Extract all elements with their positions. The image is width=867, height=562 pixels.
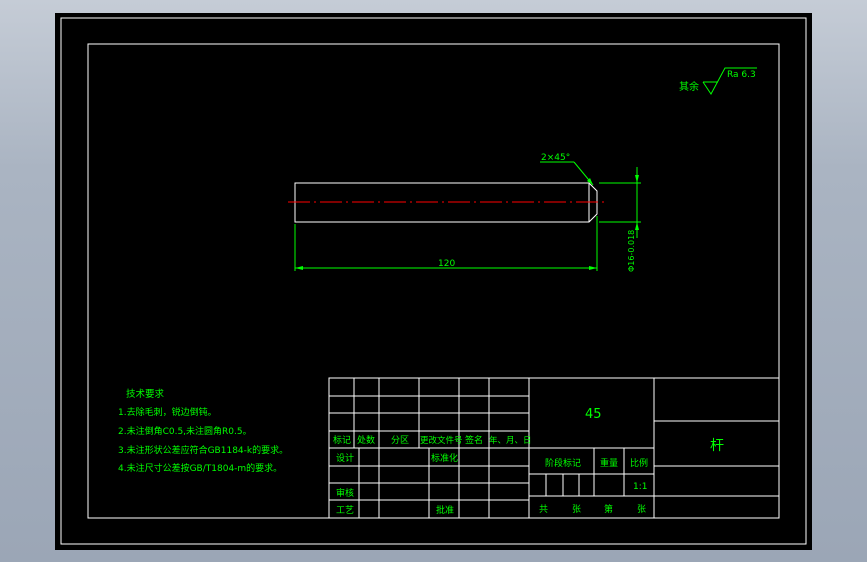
- tech-req-item: 2.未注倒角C0.5,未注圆角R0.5。: [118, 425, 252, 437]
- surface-finish-symbol: 其余 Ra 6.3: [679, 67, 757, 95]
- label-zone: 分区: [391, 435, 409, 446]
- chamfer-dimension: 2×45°: [540, 153, 594, 186]
- surface-finish-prefix: 其余: [679, 80, 699, 93]
- tech-req-item: 3.未注形状公差应符合GB1184-k的要求。: [118, 444, 288, 456]
- label-scale: 比例: [630, 457, 648, 469]
- label-sheet: 张: [637, 504, 646, 515]
- length-dimension: 120: [294, 216, 598, 271]
- label-sheets: 张: [572, 504, 581, 515]
- scale-value: 1:1: [633, 482, 647, 492]
- label-process: 工艺: [336, 505, 354, 516]
- label-mark: 标记: [333, 434, 351, 446]
- label-date: 年、月、日: [489, 435, 532, 446]
- label-weight: 重量: [600, 457, 618, 469]
- label-standardize: 标准化: [431, 452, 458, 464]
- label-review: 审核: [336, 487, 354, 499]
- diameter-dimension: Φ16-0.018: [599, 167, 641, 272]
- label-design: 设计: [336, 452, 354, 464]
- label-doc-no: 更改文件号: [420, 435, 463, 446]
- length-label: 120: [438, 259, 455, 269]
- surface-finish-value: Ra 6.3: [727, 70, 756, 80]
- label-count: 处数: [357, 434, 375, 446]
- part-name: 杆: [710, 438, 724, 454]
- label-number: 第: [604, 503, 613, 515]
- tech-req-title: 技术要求: [126, 388, 165, 400]
- drawing-canvas: 其余 Ra 6.3 2×45° 120 Φ16-0.018 技术要求 1.去除毛…: [60, 17, 807, 545]
- technical-requirements: 技术要求 1.去除毛刺，锐边倒钝。 2.未注倒角C0.5,未注圆角R0.5。 3…: [118, 388, 288, 474]
- tech-req-item: 4.未注尺寸公差按GB/T1804-m的要求。: [118, 462, 282, 474]
- diameter-label: Φ16-0.018: [627, 230, 636, 272]
- label-approve: 批准: [436, 504, 454, 516]
- label-stage-mark: 阶段标记: [545, 457, 581, 469]
- tech-req-item: 1.去除毛刺，锐边倒钝。: [118, 406, 217, 418]
- label-sign: 签名: [465, 434, 483, 446]
- material-value: 45: [585, 407, 602, 422]
- label-total: 共: [539, 504, 548, 515]
- chamfer-label: 2×45°: [541, 153, 570, 163]
